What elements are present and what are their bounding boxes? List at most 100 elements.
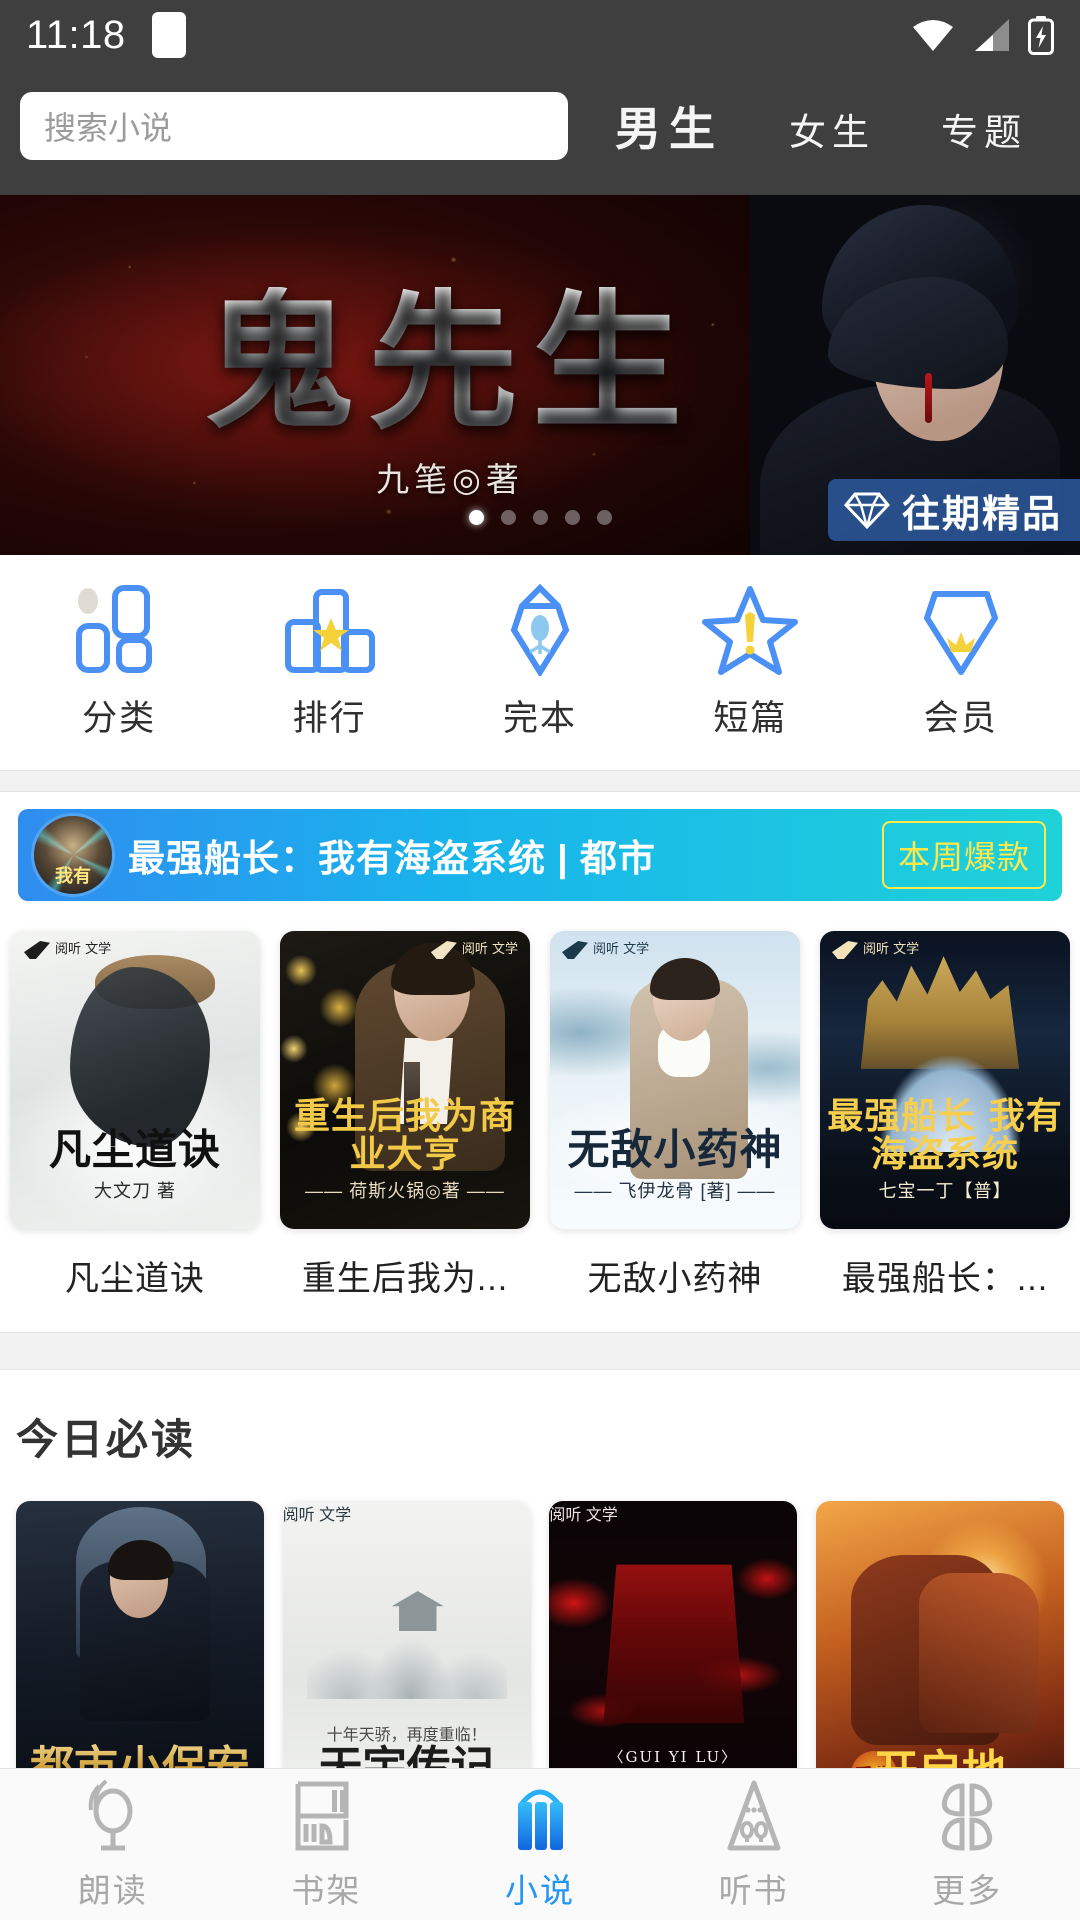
tab-female[interactable]: 女生 <box>789 102 875 156</box>
cover-roman-title: 〈GUI YI LU〉 <box>549 1746 797 1767</box>
quick-nav-vip[interactable]: 会员 <box>875 584 1047 741</box>
imprint-logo: 阅听 文学 <box>283 1501 531 1525</box>
book-card[interactable]: 阅听 文学 最强船长 我有海盗系统 七宝一丁【普】 最强船长：... <box>820 931 1070 1332</box>
book-title: 凡尘道诀 <box>65 1251 205 1300</box>
carousel-dot-1[interactable] <box>469 510 484 525</box>
star-short-story-icon <box>702 584 798 676</box>
cover-title: 开启地 <box>816 1735 1064 1768</box>
must-read-cover[interactable]: 重生 开启地 <box>816 1501 1064 1768</box>
recommended-books-row: 阅听 文学 凡尘道诀 大文刀 著 凡尘道诀 阅听 文学 重生后我为商业大亨 ——… <box>0 917 1080 1332</box>
carousel-dot-3[interactable] <box>533 510 548 525</box>
must-read-row: 都市小保安 阅听 文学 十年天骄，再度重临！ 天宇传记 阅听 文学 〈GUI Y… <box>16 1501 1064 1768</box>
banner-title: 鬼先生 <box>110 287 790 437</box>
section-divider-1 <box>0 770 1080 792</box>
book-title: 最强船长：... <box>842 1251 1048 1300</box>
section-divider-2 <box>0 1332 1080 1370</box>
tabbar-item-more[interactable]: 更多 <box>877 1778 1057 1912</box>
quick-nav-completed-label: 完本 <box>503 690 577 741</box>
past-premium-badge[interactable]: 往期精品 <box>828 479 1080 541</box>
banner-author: 九笔◎著 <box>110 453 790 501</box>
must-read-section: 今日必读 都市小保安 阅听 文学 十年天骄，再度重临！ 天宇传记 阅听 文学 〈… <box>0 1370 1080 1768</box>
imprint-logo: 阅听 文学 <box>562 941 649 959</box>
bookshelf-icon <box>288 1778 364 1854</box>
tabbar-label-listen: 听书 <box>719 1864 789 1912</box>
cover-author: —— 荷斯火锅◎著 —— <box>280 1177 530 1203</box>
cover-author: 七宝一丁【普】 <box>820 1177 1070 1203</box>
status-bar-time: 11:18 <box>26 13 126 58</box>
carousel-dot-5[interactable] <box>597 510 612 525</box>
books-icon <box>502 1778 578 1854</box>
cover-title: 最强船长 我有海盗系统 <box>820 1097 1070 1173</box>
search-placeholder: 搜索小说 <box>44 103 172 149</box>
hero-banner-carousel[interactable]: 鬼先生 九笔◎著 往期精品 <box>0 195 1080 555</box>
quick-nav-row: 分类 排行 完本 <box>0 555 1080 770</box>
promo-thumbnail: 我有 <box>34 816 112 894</box>
carousel-dot-2[interactable] <box>501 510 516 525</box>
tabbar-label-bookshelf: 书架 <box>291 1864 361 1912</box>
must-read-cover[interactable]: 阅听 文学 十年天骄，再度重临！ 天宇传记 <box>283 1501 531 1768</box>
grid-categories-icon <box>71 584 167 676</box>
app-screen: 11:18 搜索小说 男生 女生 专题 <box>0 0 1080 1920</box>
cover-author: —— 飞伊龙骨 [著] —— <box>550 1177 800 1203</box>
bottom-tab-bar: 朗读 书架 小说 <box>0 1768 1080 1920</box>
more-grid-icon <box>929 1778 1005 1854</box>
quick-nav-categories[interactable]: 分类 <box>33 584 205 741</box>
quick-nav-completed[interactable]: 完本 <box>454 584 626 741</box>
listen-tower-icon <box>716 1778 792 1854</box>
cover-title: 无敌小药神 <box>550 1128 800 1173</box>
tabbar-item-novel[interactable]: 小说 <box>450 1778 630 1912</box>
app-box-icon <box>152 12 186 58</box>
book-card[interactable]: 阅听 文学 凡尘道诀 大文刀 著 凡尘道诀 <box>10 931 260 1332</box>
cover-title: 天宇传记 <box>283 1731 531 1768</box>
cover-title: 重生后我为商业大亨 <box>280 1097 530 1173</box>
book-card[interactable]: 阅听 文学 无敌小药神 —— 飞伊龙骨 [著] —— 无敌小药神 <box>550 931 800 1332</box>
tabbar-item-bookshelf[interactable]: 书架 <box>236 1778 416 1912</box>
book-cover: 阅听 文学 最强船长 我有海盗系统 七宝一丁【普】 <box>820 931 1070 1229</box>
ranking-bars-icon <box>282 584 378 676</box>
vip-crown-icon <box>913 584 1009 676</box>
book-cover: 阅听 文学 无敌小药神 —— 飞伊龙骨 [著] —— <box>550 931 800 1229</box>
cover-title: 都市小保安 <box>16 1731 264 1768</box>
promo-thumbnail-label: 我有 <box>34 862 112 888</box>
book-cover: 阅听 文学 凡尘道诀 大文刀 著 <box>10 931 260 1229</box>
app-header: 搜索小说 男生 女生 专题 <box>0 70 1080 195</box>
book-card[interactable]: 阅听 文学 重生后我为商业大亨 —— 荷斯火锅◎著 —— 重生后我为... <box>280 931 530 1332</box>
signal-icon <box>972 18 1010 52</box>
book-title: 无敌小药神 <box>588 1251 763 1300</box>
search-input[interactable]: 搜索小说 <box>20 92 568 160</box>
past-premium-label: 往期精品 <box>902 483 1062 538</box>
tab-topics[interactable]: 专题 <box>941 102 1027 156</box>
book-cover: 阅听 文学 重生后我为商业大亨 —— 荷斯火锅◎著 —— <box>280 931 530 1229</box>
imprint-logo: 阅听 文学 <box>832 941 919 959</box>
quick-nav-categories-label: 分类 <box>82 690 156 741</box>
tab-male[interactable]: 男生 <box>615 93 723 159</box>
completed-badge-icon <box>492 584 588 676</box>
wifi-icon <box>912 18 954 52</box>
cover-author: 大文刀 著 <box>10 1177 260 1203</box>
quick-nav-short[interactable]: 短篇 <box>664 584 836 741</box>
imprint-logo: 阅听 文学 <box>24 941 111 959</box>
status-bar: 11:18 <box>0 0 1080 70</box>
tabbar-label-novel: 小说 <box>505 1864 575 1912</box>
diamond-icon <box>844 490 890 530</box>
status-bar-icons <box>912 15 1054 55</box>
book-title: 重生后我为... <box>302 1251 508 1300</box>
tabbar-item-listen[interactable]: 听书 <box>664 1778 844 1912</box>
quick-nav-ranking[interactable]: 排行 <box>244 584 416 741</box>
cover-title: 凡尘道诀 <box>10 1128 260 1173</box>
must-read-cover[interactable]: 都市小保安 <box>16 1501 264 1768</box>
tabbar-label-more: 更多 <box>932 1864 1002 1912</box>
battery-charging-icon <box>1028 15 1054 55</box>
promo-title: 最强船长：我有海盗系统 | 都市 <box>128 828 866 882</box>
quick-nav-vip-label: 会员 <box>924 690 998 741</box>
imprint-logo: 阅听 文学 <box>431 941 518 959</box>
must-read-cover[interactable]: 阅听 文学 〈GUI YI LU〉 <box>549 1501 797 1768</box>
promo-banner[interactable]: 我有 最强船长：我有海盗系统 | 都市 本周爆款 <box>18 809 1062 901</box>
tabbar-item-read-aloud[interactable]: 朗读 <box>23 1778 203 1912</box>
tabbar-label-read-aloud: 朗读 <box>78 1864 148 1912</box>
microphone-icon <box>75 1778 151 1854</box>
promo-tag-badge: 本周爆款 <box>882 821 1046 889</box>
carousel-dot-4[interactable] <box>565 510 580 525</box>
quick-nav-ranking-label: 排行 <box>293 690 367 741</box>
quick-nav-short-label: 短篇 <box>713 690 787 741</box>
